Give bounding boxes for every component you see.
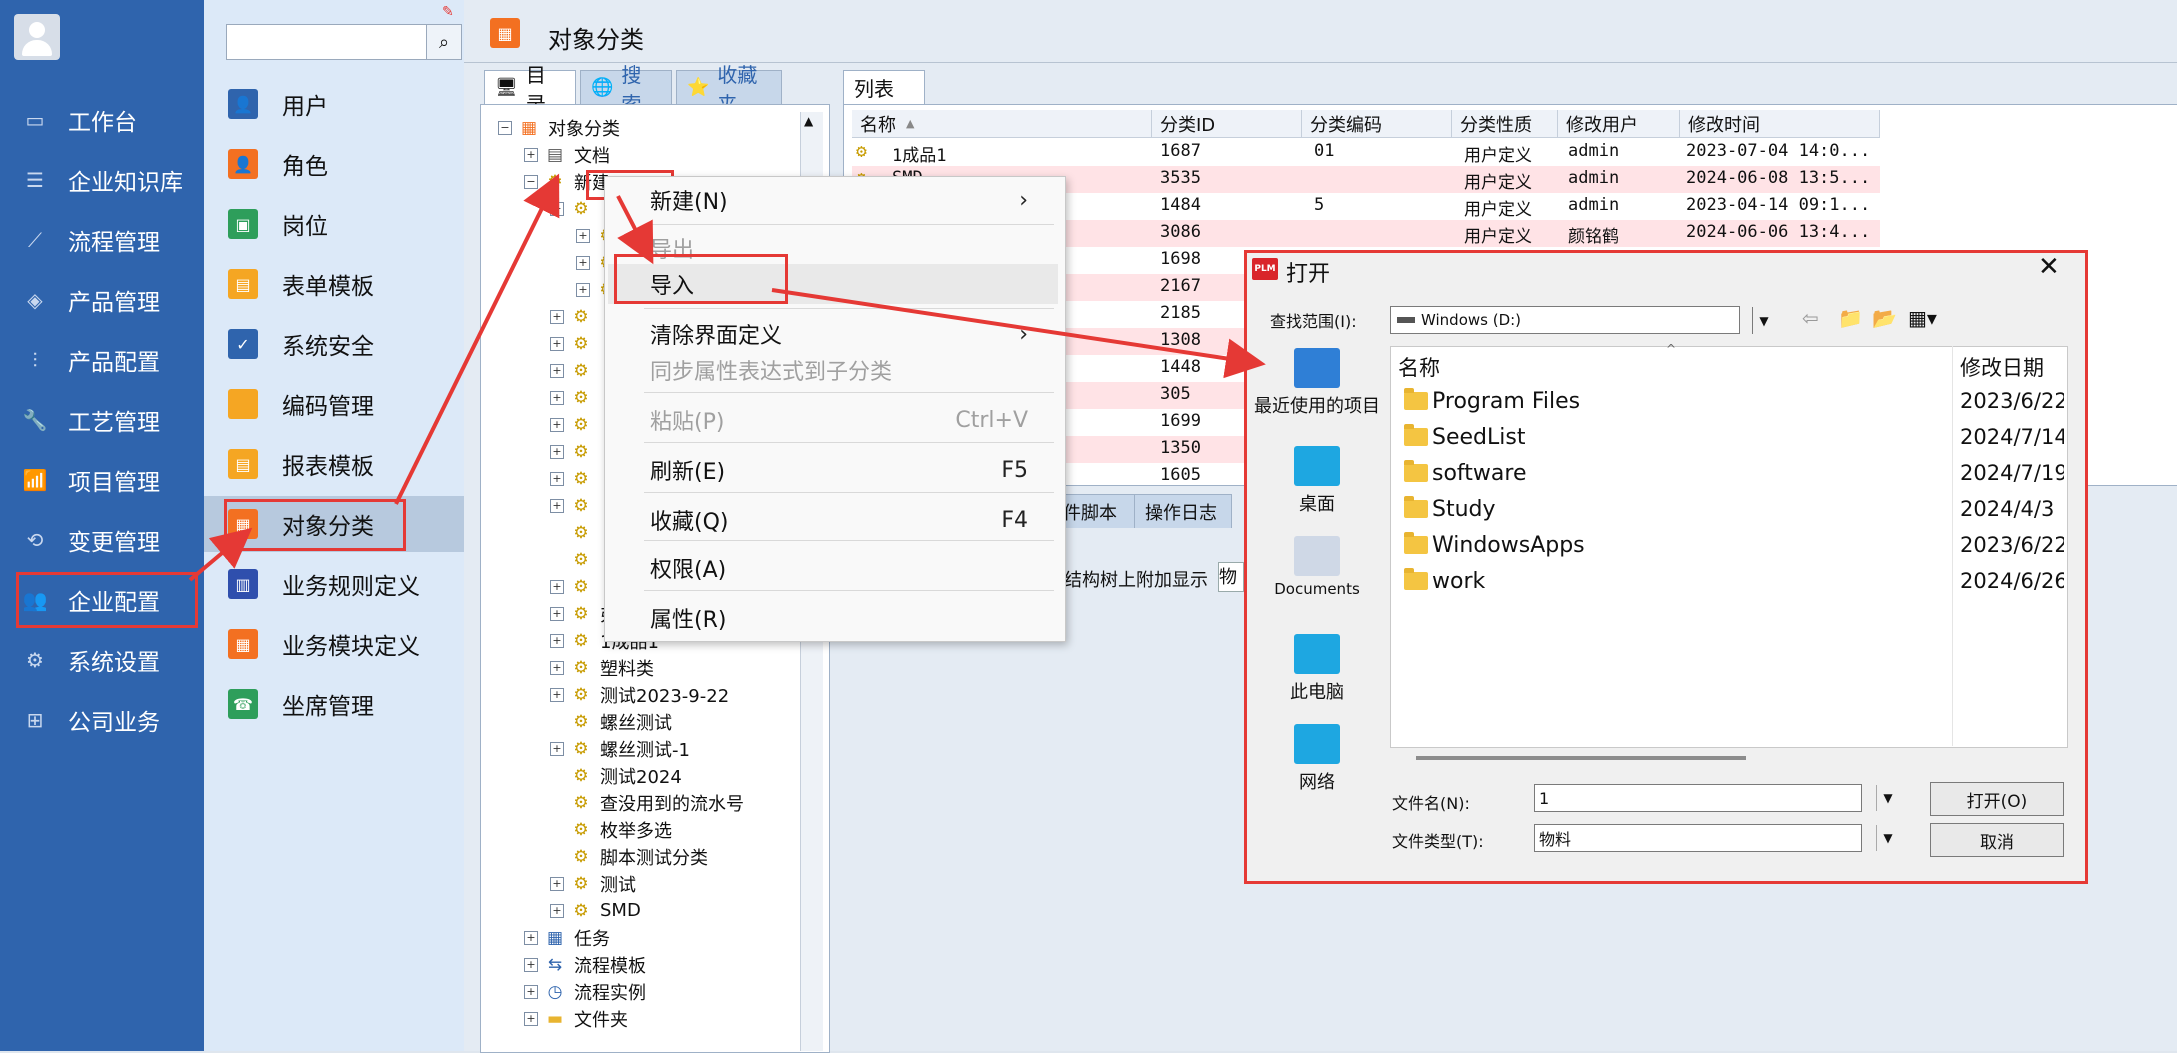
highlight-object-category — [224, 499, 406, 551]
arrow-to-new-node — [394, 173, 560, 505]
arrow-to-dialog — [771, 288, 1266, 379]
arrow-to-context-menu — [616, 195, 654, 265]
